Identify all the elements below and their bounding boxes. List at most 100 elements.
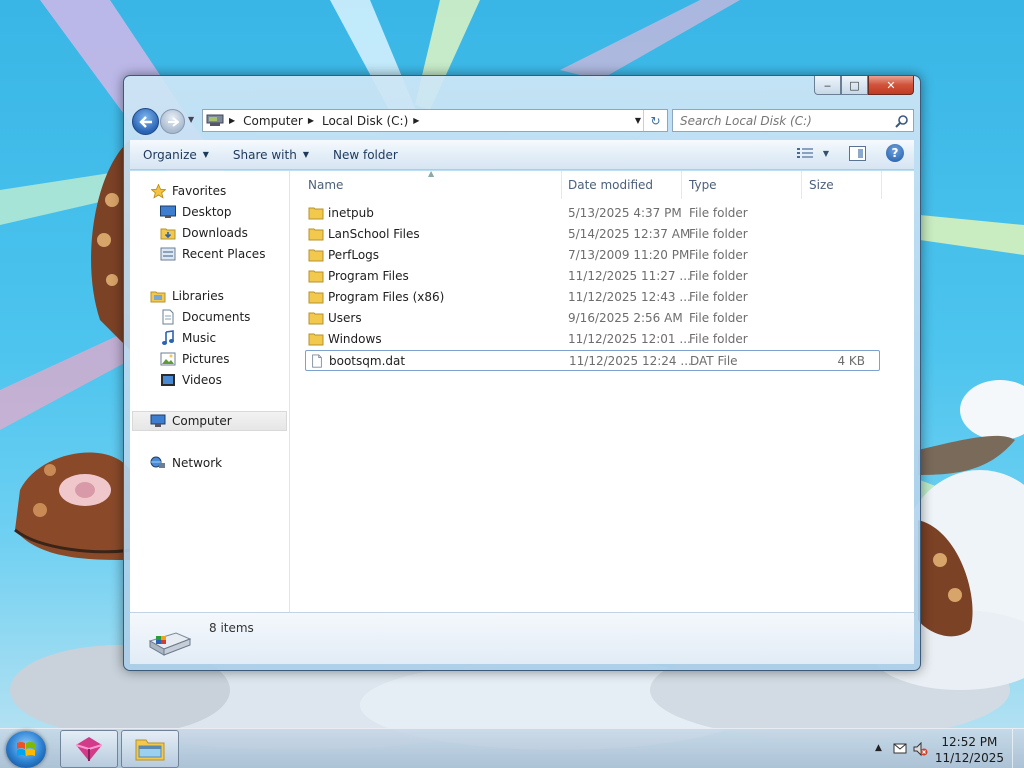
nav-pictures[interactable]: Pictures <box>160 349 230 369</box>
nav-favorites-label: Favorites <box>172 184 227 198</box>
search-input[interactable] <box>680 113 885 128</box>
file-type: File folder <box>689 206 748 220</box>
nav-recent-places-label: Recent Places <box>182 247 266 261</box>
nav-network[interactable]: Network <box>150 453 222 473</box>
file-name: PerfLogs <box>328 248 380 262</box>
new-folder-button[interactable]: New folder <box>321 148 410 162</box>
clock[interactable]: 12:52 PM 11/12/2025 <box>935 734 1004 766</box>
nav-recent-places[interactable]: Recent Places <box>160 244 265 264</box>
address-dropdown-icon[interactable]: ▼ <box>635 116 641 125</box>
nav-computer[interactable]: Computer <box>132 411 287 431</box>
file-row[interactable]: Windows 11/12/2025 12:01 ... File folder <box>290 329 880 350</box>
recent-pages-dropdown[interactable]: ▼ <box>188 115 194 124</box>
minimize-button[interactable]: ‒ <box>814 76 841 95</box>
column-name-label: Name <box>308 178 344 192</box>
column-name[interactable]: Name ▲ <box>290 169 562 199</box>
search-icon[interactable] <box>895 114 909 128</box>
star-icon <box>150 183 166 199</box>
sort-ascending-icon: ▲ <box>428 169 435 178</box>
folder-icon <box>308 249 324 262</box>
nav-libraries[interactable]: Libraries <box>150 286 224 306</box>
action-center-icon[interactable] <box>892 741 908 757</box>
change-view-button[interactable]: ▼ <box>796 147 829 159</box>
breadcrumb-computer[interactable]: Computer <box>243 114 303 128</box>
file-row[interactable]: Program Files 11/12/2025 11:27 ... File … <box>290 266 880 287</box>
column-size[interactable]: Size <box>802 171 882 199</box>
file-row[interactable]: Program Files (x86) 11/12/2025 12:43 ...… <box>290 287 880 308</box>
file-row[interactable]: LanSchool Files 5/14/2025 12:37 AM File … <box>290 224 880 245</box>
local-disk-icon <box>148 632 192 656</box>
file-name: Users <box>328 311 362 325</box>
forward-arrow-icon <box>167 116 179 127</box>
start-button[interactable] <box>6 731 46 768</box>
file-row[interactable]: Users 9/16/2025 2:56 AM File folder <box>290 308 880 329</box>
breadcrumb-local-disk[interactable]: Local Disk (C:) <box>322 114 408 128</box>
help-button[interactable]: ? <box>886 144 904 162</box>
file-type: File folder <box>689 290 748 304</box>
column-date-label: Date modified <box>568 178 654 192</box>
desktop-icon-column <box>1014 58 1024 694</box>
taskbar-app-button[interactable] <box>60 730 118 768</box>
search-box[interactable] <box>672 109 914 132</box>
nav-documents[interactable]: Documents <box>160 307 250 327</box>
column-type[interactable]: Type <box>682 171 802 199</box>
nav-desktop[interactable]: Desktop <box>160 202 232 222</box>
nav-music-label: Music <box>182 331 217 345</box>
nav-downloads[interactable]: Downloads <box>160 223 248 243</box>
column-type-label: Type <box>689 178 717 192</box>
address-bar[interactable]: ▶ Computer ▶ Local Disk (C:) ▶ ▼ ↻ <box>202 109 668 132</box>
nav-pictures-label: Pictures <box>182 352 230 366</box>
organize-menu[interactable]: Organize ▼ <box>130 148 221 162</box>
file-type: File folder <box>689 227 748 241</box>
desktop-shortcut[interactable] <box>1014 482 1024 588</box>
nav-favorites[interactable]: Favorites <box>150 181 226 201</box>
file-date: 11/12/2025 11:27 ... <box>568 269 691 283</box>
navigation-bar: ▼ ▶ Computer ▶ Local Disk (C:) ▶ ▼ ↻ <box>132 107 914 135</box>
explorer-window: ‒ □ ✕ ▼ ▶ Computer ▶ Local Disk (C:) ▶ ▼… <box>123 75 921 671</box>
nav-videos[interactable]: Videos <box>160 370 222 390</box>
desktop-shortcut[interactable] <box>1014 58 1024 164</box>
nav-videos-label: Videos <box>182 373 222 387</box>
desktop-shortcut[interactable] <box>1014 164 1024 270</box>
breadcrumb-chevron-icon[interactable]: ▶ <box>413 116 419 125</box>
nav-music[interactable]: Music <box>160 328 216 348</box>
file-type: File folder <box>689 311 748 325</box>
computer-icon <box>150 413 166 429</box>
column-date-modified[interactable]: Date modified <box>562 171 682 199</box>
notification-area: ▲ 12:52 PM 11/12/2025 <box>864 729 1024 768</box>
show-hidden-icons-button[interactable]: ▲ <box>875 743 882 753</box>
nav-desktop-label: Desktop <box>182 205 232 219</box>
desktop-shortcut[interactable] <box>1014 270 1024 376</box>
maximize-button[interactable]: □ <box>841 76 868 95</box>
folder-icon <box>308 228 324 241</box>
file-type: DAT File <box>690 354 738 368</box>
breadcrumb-chevron-icon[interactable]: ▶ <box>308 116 314 125</box>
file-name: Program Files (x86) <box>328 290 445 304</box>
forward-button[interactable] <box>160 109 185 134</box>
taskbar-explorer-button[interactable] <box>121 730 179 768</box>
file-size: 4 KB <box>837 354 865 368</box>
folder-icon <box>308 333 324 346</box>
file-type: File folder <box>689 269 748 283</box>
back-button[interactable] <box>132 108 159 135</box>
volume-muted-icon[interactable] <box>912 741 928 757</box>
show-desktop-button[interactable] <box>1012 729 1024 768</box>
breadcrumb-chevron-icon[interactable]: ▶ <box>229 116 235 125</box>
downloads-icon <box>160 225 176 241</box>
desktop-shortcut[interactable] <box>1014 376 1024 482</box>
new-folder-label: New folder <box>332 147 398 162</box>
clock-time: 12:52 PM <box>941 735 998 749</box>
close-button[interactable]: ✕ <box>868 76 914 95</box>
file-type: File folder <box>689 332 748 346</box>
documents-icon <box>160 309 176 325</box>
desktop-shortcut[interactable] <box>1014 588 1024 694</box>
file-row[interactable]: bootsqm.dat 11/12/2025 12:24 ... DAT Fil… <box>305 350 880 371</box>
file-row[interactable]: PerfLogs 7/13/2009 11:20 PM File folder <box>290 245 880 266</box>
file-date: 9/16/2025 2:56 AM <box>568 311 683 325</box>
file-row[interactable]: inetpub 5/13/2025 4:37 PM File folder <box>290 203 880 224</box>
file-name: Windows <box>328 332 382 346</box>
preview-pane-button[interactable] <box>849 145 866 161</box>
windows-logo-icon <box>17 742 35 756</box>
refresh-button[interactable]: ↻ <box>643 110 667 131</box>
share-with-menu[interactable]: Share with ▼ <box>221 148 321 162</box>
